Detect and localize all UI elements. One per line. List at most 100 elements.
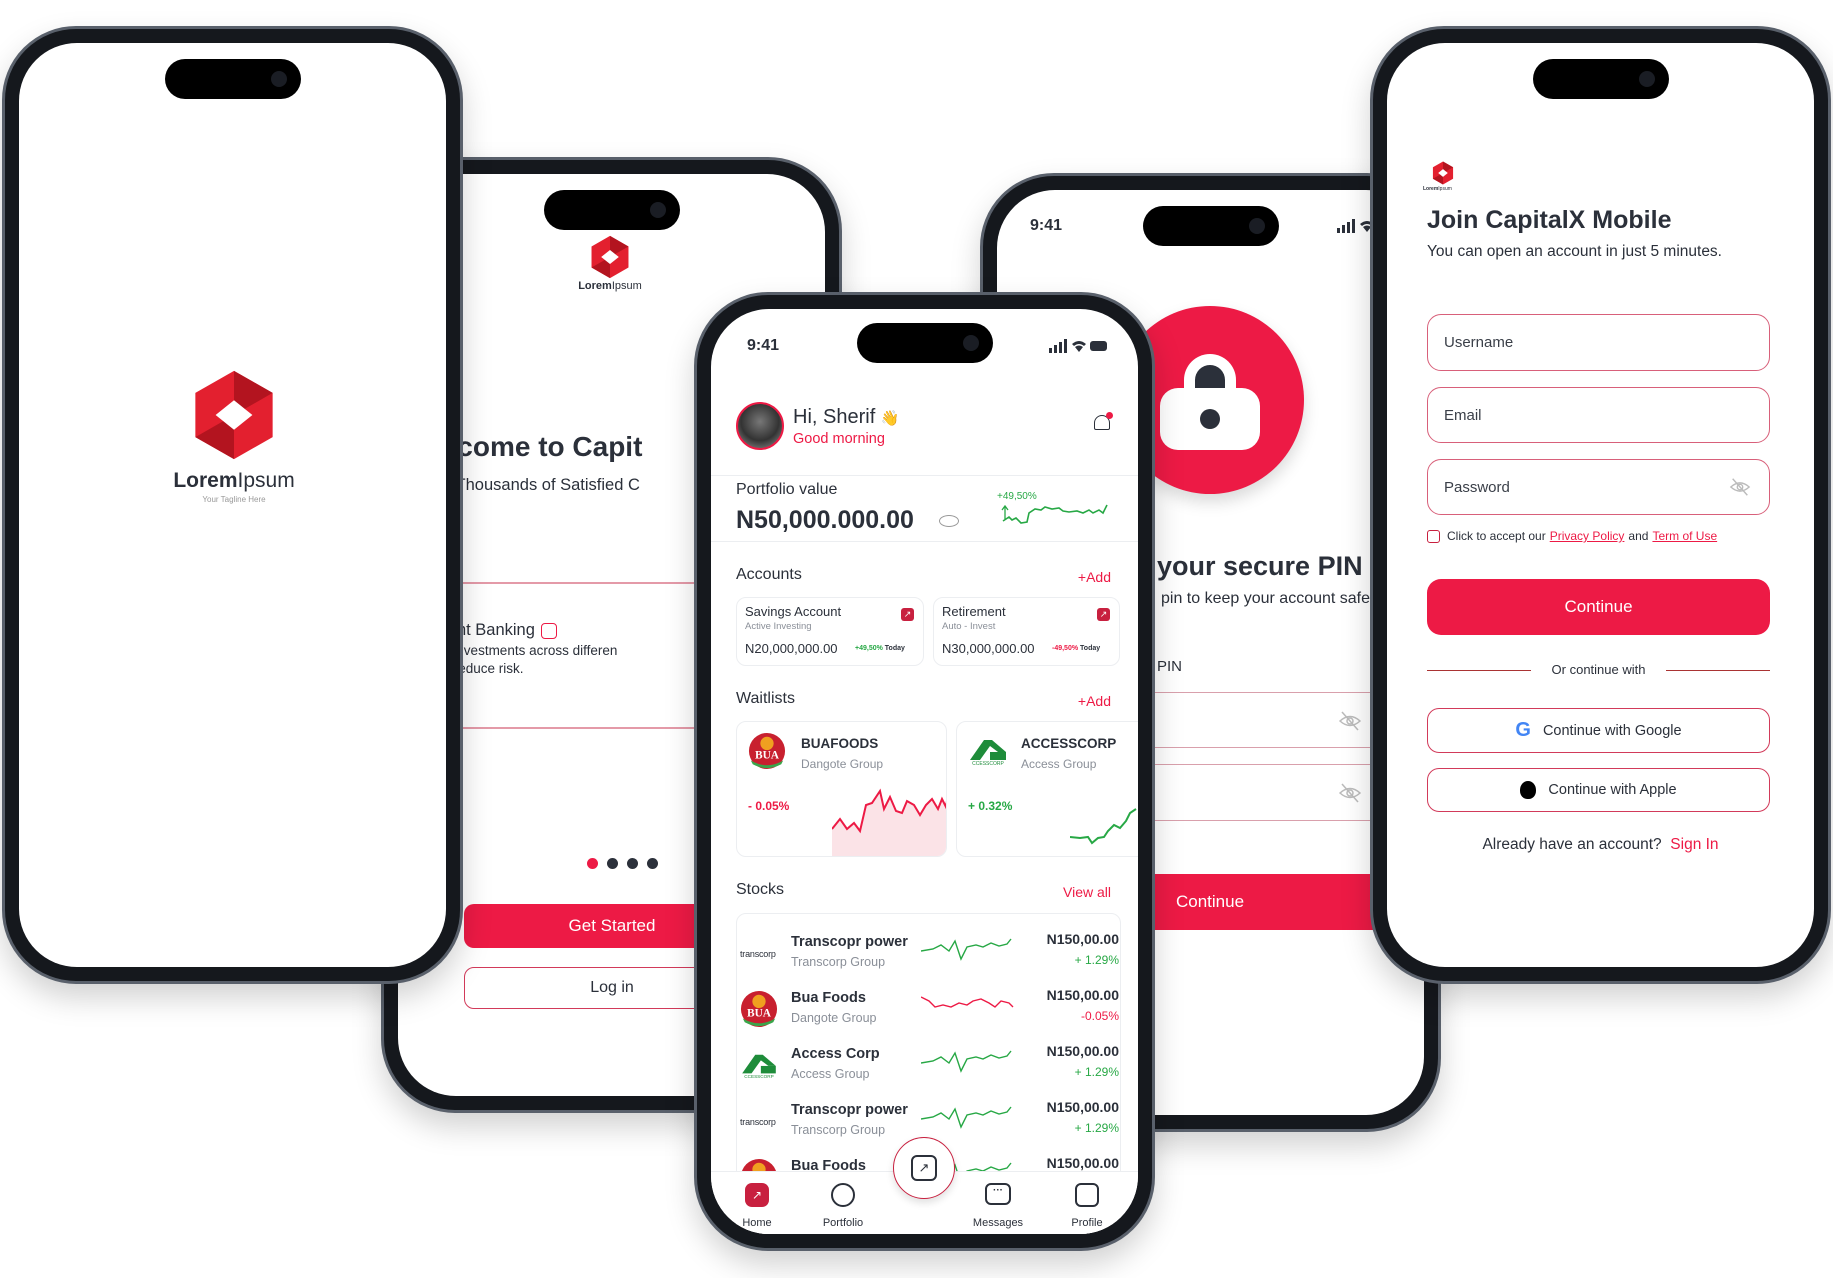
pin-label: PIN bbox=[1157, 658, 1183, 675]
nav-portfolio[interactable]: Portfolio bbox=[803, 1183, 883, 1233]
brand-tagline: Your Tagline Here bbox=[202, 495, 266, 504]
access-logo bbox=[968, 736, 1008, 766]
google-icon: G bbox=[1515, 719, 1531, 741]
apple-button[interactable]: Continue with Apple bbox=[1427, 768, 1770, 812]
signup-subtitle: You can open an account in just 5 minute… bbox=[1427, 243, 1722, 260]
dynamic-island bbox=[1532, 59, 1669, 99]
open-arrow-icon[interactable]: ↗ bbox=[901, 608, 914, 621]
stock-price: N150,00.00 bbox=[1046, 1043, 1119, 1059]
open-arrow-icon[interactable]: ↗ bbox=[1097, 608, 1110, 621]
pie-chart-icon bbox=[831, 1183, 855, 1207]
dynamic-island bbox=[164, 59, 301, 99]
status-time: 9:41 bbox=[747, 337, 780, 354]
add-waitlist-button[interactable]: +Add bbox=[1078, 693, 1111, 709]
stocks-title: Stocks bbox=[736, 881, 785, 898]
stock-sparkline bbox=[921, 938, 1012, 961]
account-card[interactable]: Savings Account Active Investing N20,000… bbox=[736, 597, 924, 666]
status-time: 9:41 bbox=[1030, 217, 1063, 234]
stock-group: Transcorp Group bbox=[791, 955, 886, 969]
dynamic-island bbox=[856, 323, 993, 363]
lock-icon bbox=[1160, 354, 1260, 450]
stock-group: Access Group bbox=[791, 1067, 870, 1081]
brand-name: LoremIpsum bbox=[578, 280, 642, 292]
privacy-policy-link[interactable]: Privacy Policy bbox=[1550, 529, 1625, 543]
terms-row: Click to accept our Privacy Policy and T… bbox=[1427, 529, 1717, 543]
avatar[interactable] bbox=[736, 402, 784, 450]
google-button[interactable]: G Continue with Google bbox=[1427, 708, 1770, 753]
stock-change: + 1.29% bbox=[1074, 953, 1119, 967]
page-dots[interactable] bbox=[587, 858, 658, 869]
eye-off-icon[interactable] bbox=[1338, 781, 1362, 805]
brand-name: LoremIpsum bbox=[1423, 186, 1452, 192]
eye-off-icon[interactable] bbox=[1729, 476, 1751, 498]
signup-continue-button[interactable]: Continue bbox=[1427, 579, 1770, 635]
bell-icon[interactable] bbox=[1092, 412, 1113, 434]
chat-icon: ··· bbox=[985, 1183, 1011, 1205]
stock-price: N150,00.00 bbox=[1046, 931, 1119, 947]
eye-off-icon[interactable] bbox=[1338, 709, 1362, 733]
view-all-button[interactable]: View all bbox=[1063, 884, 1111, 900]
stock-group: Transcorp Group bbox=[791, 1123, 886, 1137]
bua-logo bbox=[748, 732, 786, 770]
dot[interactable] bbox=[607, 858, 618, 869]
stock-group: Dangote Group bbox=[791, 1011, 877, 1025]
stock-price: N150,00.00 bbox=[1046, 987, 1119, 1003]
stock-row[interactable]: Bua Foods Dangote Group N150,00.00 -0.05% bbox=[736, 987, 1121, 1037]
terms-checkbox[interactable] bbox=[1427, 529, 1440, 543]
subgreeting: Good morning bbox=[793, 431, 885, 447]
nav-profile[interactable]: Profile bbox=[1047, 1183, 1127, 1233]
add-account-button[interactable]: +Add bbox=[1078, 569, 1111, 585]
divider bbox=[1666, 670, 1770, 671]
phone-signup: LoremIpsum Join CapitalX Mobile You can … bbox=[1370, 26, 1831, 984]
home-screen: 9:41 Hi, Sherif 👋 Good morning Portfolio… bbox=[711, 309, 1138, 1234]
terms-link[interactable]: Term of Use bbox=[1652, 529, 1717, 543]
dot[interactable] bbox=[647, 858, 658, 869]
email-field[interactable]: Email bbox=[1427, 387, 1770, 443]
stock-name: Transcopr power bbox=[791, 1102, 908, 1118]
splash-screen: LoremIpsum Your Tagline Here bbox=[19, 43, 446, 967]
home-chart-icon: ↗ bbox=[745, 1183, 769, 1207]
stock-row[interactable]: transcorp Transcopr power Transcorp Group N… bbox=[736, 931, 1121, 981]
portfolio-label: Portfolio value bbox=[736, 481, 838, 498]
greeting: Hi, Sherif 👋 bbox=[793, 406, 900, 428]
signup-screen: LoremIpsum Join CapitalX Mobile You can … bbox=[1387, 43, 1814, 967]
apple-icon bbox=[1520, 781, 1537, 799]
waitlist-card[interactable]: ACCESSCORP Access Group + 0.32% bbox=[956, 721, 1138, 857]
signup-title: Join CapitalX Mobile bbox=[1427, 206, 1672, 234]
stock-sparkline bbox=[921, 1050, 1012, 1073]
sign-in-link[interactable]: Sign In bbox=[1670, 836, 1718, 853]
waitlist-card[interactable]: BUAFOODS Dangote Group - 0.05% bbox=[736, 721, 947, 857]
eye-icon[interactable] bbox=[939, 515, 959, 527]
transcorp-logo: transcorp bbox=[740, 949, 776, 959]
stock-sparkline bbox=[921, 1106, 1012, 1129]
portfolio-sparkline bbox=[1001, 504, 1108, 524]
nav-messages[interactable]: ··· Messages bbox=[958, 1183, 1038, 1233]
account-card[interactable]: Retirement Auto - Invest N30,000,000.00 … bbox=[933, 597, 1120, 666]
username-field[interactable]: Username bbox=[1427, 314, 1770, 371]
stock-price: N150,00.00 bbox=[1046, 1099, 1119, 1115]
phone-home: 9:41 Hi, Sherif 👋 Good morning Portfolio… bbox=[694, 292, 1155, 1251]
trade-chart-icon: ↗ bbox=[911, 1155, 937, 1181]
trade-button[interactable]: ↗ bbox=[893, 1137, 955, 1199]
nav-home[interactable]: ↗ Home bbox=[717, 1183, 797, 1233]
waitlist-sparkline bbox=[1070, 808, 1137, 845]
access-logo bbox=[740, 1051, 778, 1079]
stock-row[interactable]: Access Corp Access Group N150,00.00 + 1.29% bbox=[736, 1043, 1121, 1093]
divider-label: Or continue with bbox=[1551, 662, 1646, 677]
divider bbox=[711, 541, 1138, 542]
dot[interactable] bbox=[627, 858, 638, 869]
stock-price: N150,00.00 bbox=[1046, 1155, 1119, 1171]
password-field[interactable]: Password bbox=[1427, 459, 1770, 515]
portfolio-value: N50,000.000.00 bbox=[736, 506, 914, 534]
dot-active[interactable] bbox=[587, 858, 598, 869]
chart-icon bbox=[540, 622, 557, 639]
signin-row: Already have an account? Sign In bbox=[1482, 836, 1719, 853]
stock-sparkline bbox=[921, 996, 1014, 1008]
bua-logo bbox=[740, 990, 778, 1028]
waitlists-title: Waitlists bbox=[736, 690, 795, 707]
phone-splash: LoremIpsum Your Tagline Here bbox=[2, 26, 463, 984]
profile-icon bbox=[1075, 1183, 1099, 1207]
transcorp-logo: transcorp bbox=[740, 1117, 776, 1127]
stock-name: Transcopr power bbox=[791, 934, 908, 950]
waitlist-sparkline bbox=[832, 788, 946, 856]
